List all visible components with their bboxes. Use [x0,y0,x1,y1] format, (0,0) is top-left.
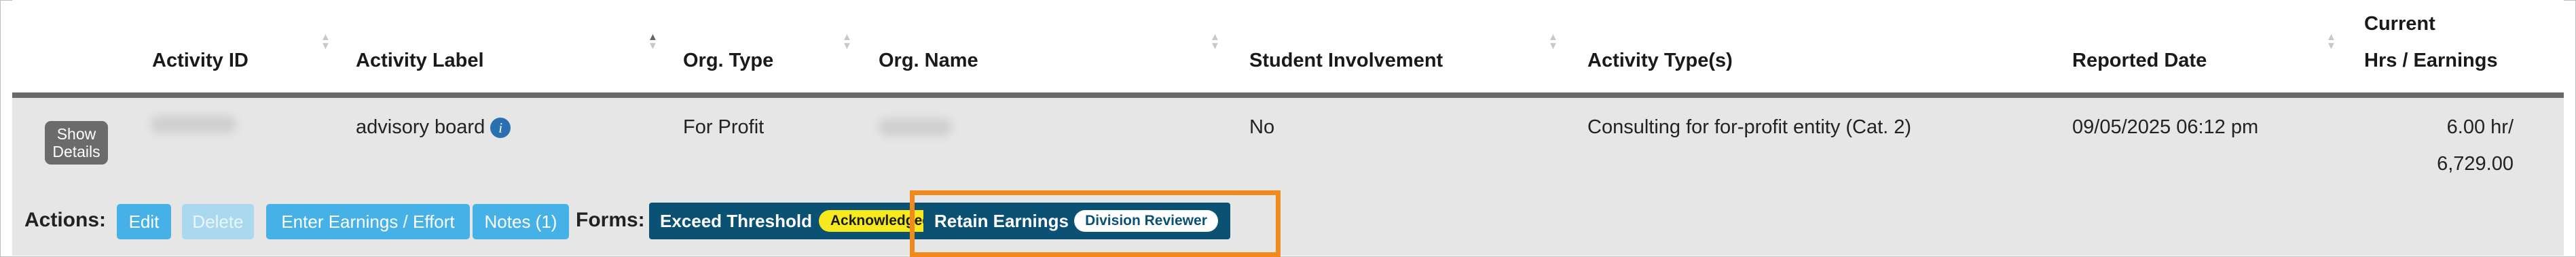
col-header-current[interactable]: Current [2364,5,2435,42]
show-details-label-line2: Details [52,143,100,160]
col-header-activity-label[interactable]: Activity Label [356,42,484,79]
forms-label: Forms: [576,209,645,231]
hours-value: 6.00 hr/ [2446,116,2514,138]
col-header-student-involvement[interactable]: Student Involvement [1249,42,1443,79]
table-header: Activity ID ▲ ▼ Activity Label ▲ ▼ Org. Ty… [12,0,2564,92]
sort-icon[interactable]: ▲ ▼ [2326,32,2336,51]
sort-icon[interactable]: ▲ ▼ [842,32,852,51]
delete-button: Delete [182,204,254,239]
col-header-activity-id[interactable]: Activity ID [152,42,249,79]
info-icon[interactable]: i [490,118,511,139]
sort-icon[interactable]: ▲ ▼ [1210,32,1220,51]
highlight-box-retain-earnings [910,190,1281,257]
sort-icon[interactable]: ▲ ▼ [320,32,331,51]
sort-icon[interactable]: ▲ ▼ [1548,32,1558,51]
enter-earnings-effort-button[interactable]: Enter Earnings / Effort [266,204,470,239]
show-details-button[interactable]: Show Details [45,121,108,165]
redacted-org-name [879,118,952,136]
col-header-org-name[interactable]: Org. Name [879,42,978,79]
exceed-threshold-label: Exceed Threshold [660,211,812,231]
col-header-activity-types[interactable]: Activity Type(s) [1587,42,1733,79]
activity-label-cell: advisory board i [356,109,511,145]
col-header-org-type[interactable]: Org. Type [683,42,773,79]
activity-label-text: advisory board [356,116,485,138]
earnings-value: 6,729.00 [2437,153,2514,175]
org-type-cell: For Profit [683,116,765,138]
student-involvement-cell: No [1249,116,1275,138]
table-row: Show Details advisory board i For Profit … [12,98,2564,256]
reported-date-cell: 09/05/2025 06:12 pm [2072,116,2259,138]
notes-button[interactable]: Notes (1) [473,204,569,239]
sort-ascending-icon[interactable]: ▲ ▼ [648,32,658,51]
header-divider [12,92,2564,98]
show-details-label-line1: Show [56,125,96,143]
actions-label: Actions: [24,209,106,231]
col-header-reported-date[interactable]: Reported Date [2072,42,2207,79]
edit-button[interactable]: Edit [117,204,171,239]
col-header-hrs-earnings[interactable]: Hrs / Earnings [2364,42,2498,79]
activity-type-cell: Consulting for for-profit entity (Cat. 2… [1587,116,1912,138]
redacted-activity-id [151,116,236,133]
